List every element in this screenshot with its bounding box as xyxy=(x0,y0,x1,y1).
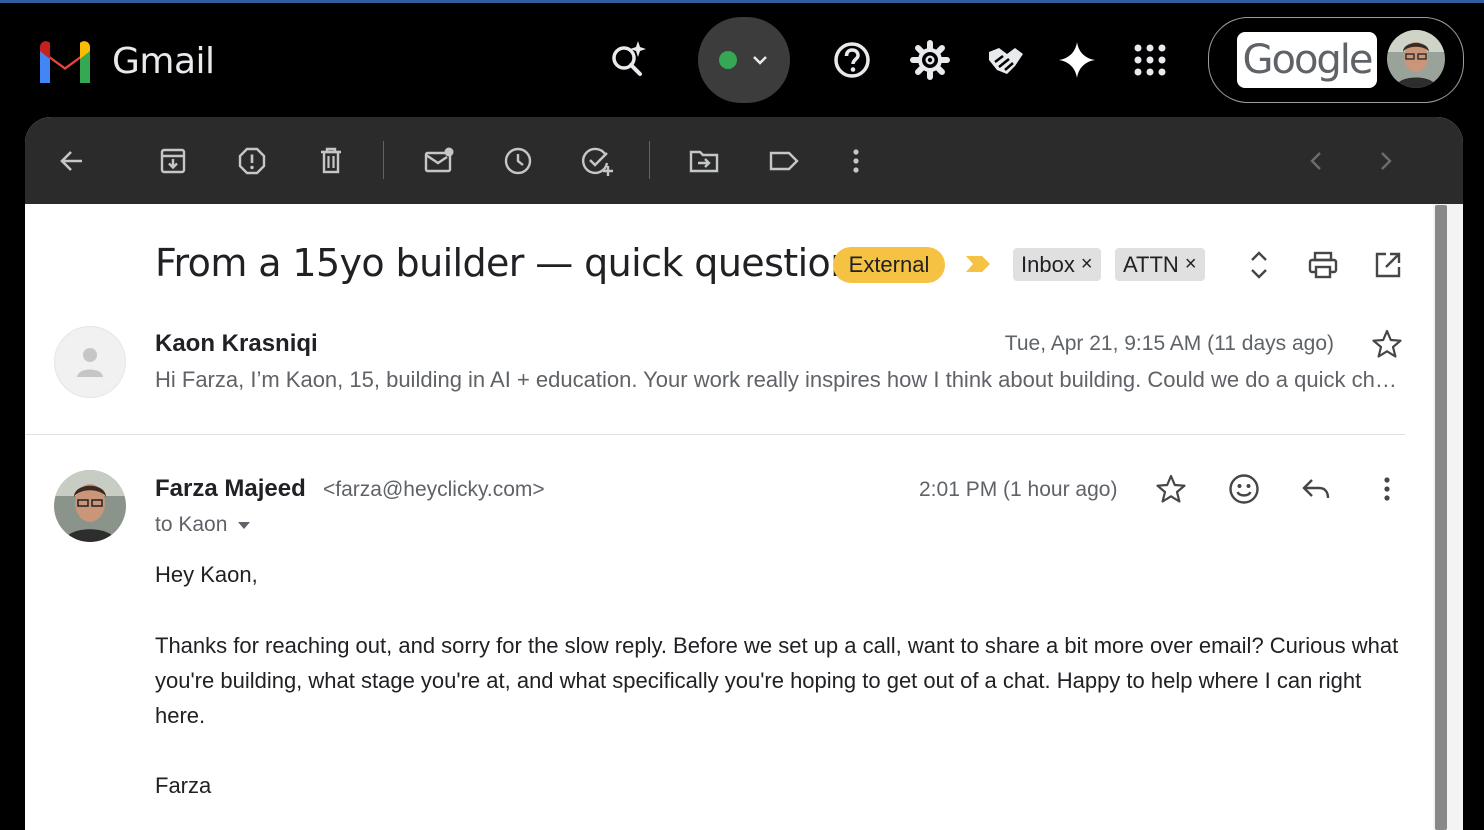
label-chip-attn[interactable]: ATTN × xyxy=(1115,248,1205,281)
prev-chevron-icon[interactable] xyxy=(1291,136,1341,186)
app-name: Gmail xyxy=(112,41,215,82)
label-chip-inbox[interactable]: Inbox × xyxy=(1013,248,1101,281)
label-icon[interactable] xyxy=(759,136,809,186)
sender-avatar[interactable] xyxy=(54,470,126,542)
label-chip-text: Inbox xyxy=(1021,251,1075,277)
more-vert-icon[interactable] xyxy=(1363,465,1411,513)
mark-unread-icon[interactable] xyxy=(414,136,464,186)
message-divider xyxy=(25,434,1405,435)
important-marker-icon[interactable] xyxy=(965,255,991,273)
message-panel: From a 15yo builder — quick question Ext… xyxy=(25,117,1463,830)
more-vert-icon[interactable] xyxy=(831,136,881,186)
message-snippet[interactable]: Hi Farza, I’m Kaon, 15, building in AI +… xyxy=(155,367,1405,393)
gemini-sparkle-icon[interactable] xyxy=(1053,36,1101,84)
message-paragraph: Thanks for reaching out, and sorry for t… xyxy=(155,633,1399,728)
settings-icon[interactable] xyxy=(906,36,954,84)
move-to-icon[interactable] xyxy=(679,136,729,186)
remove-label-icon[interactable]: × xyxy=(1081,253,1093,276)
remove-label-icon[interactable]: × xyxy=(1185,253,1197,276)
sender-name[interactable]: Farza Majeed xyxy=(155,475,306,503)
app-header: Gmail Google xyxy=(0,3,1484,117)
external-badge: External xyxy=(833,247,945,283)
message-toolbar xyxy=(25,117,1463,204)
toolbar-divider xyxy=(383,141,384,179)
emoji-reaction-icon[interactable] xyxy=(1220,465,1268,513)
caret-down-icon xyxy=(238,522,251,529)
delete-icon[interactable] xyxy=(306,136,356,186)
message-signature: Farza xyxy=(155,773,212,798)
snooze-icon[interactable] xyxy=(493,136,543,186)
open-in-new-window-icon[interactable] xyxy=(1366,243,1410,287)
thread-subject: From a 15yo builder — quick question xyxy=(155,241,854,285)
expand-all-icon[interactable] xyxy=(1237,243,1281,287)
toolbar-divider xyxy=(649,141,650,179)
sender-name[interactable]: Kaon Krasniqi xyxy=(155,330,318,358)
google-account-badge: Google xyxy=(1237,32,1377,88)
gmail-logo-icon[interactable] xyxy=(36,39,94,83)
scrollbar-thumb[interactable] xyxy=(1435,205,1447,830)
add-to-tasks-icon[interactable] xyxy=(573,136,623,186)
next-chevron-icon[interactable] xyxy=(1361,136,1411,186)
recipient-text: to Kaon xyxy=(155,513,228,536)
deal-icon[interactable] xyxy=(981,36,1029,84)
chevron-down-icon xyxy=(753,56,767,65)
star-icon[interactable] xyxy=(1147,465,1195,513)
print-icon[interactable] xyxy=(1301,243,1345,287)
status-dot xyxy=(719,51,737,69)
reply-icon[interactable] xyxy=(1292,465,1340,513)
help-icon[interactable] xyxy=(828,36,876,84)
search-sparkle-icon[interactable] xyxy=(604,35,652,83)
sender-email: <farza@heyclicky.com> xyxy=(323,478,545,501)
star-icon[interactable] xyxy=(1363,320,1411,368)
report-spam-icon[interactable] xyxy=(227,136,277,186)
recipients-toggle[interactable]: to Kaon xyxy=(155,513,251,537)
archive-icon[interactable] xyxy=(148,136,198,186)
label-chip-text: ATTN xyxy=(1123,251,1179,277)
apps-grid-icon[interactable] xyxy=(1126,36,1174,84)
message-date: 2:01 PM (1 hour ago) xyxy=(919,478,1118,501)
message-greeting: Hey Kaon, xyxy=(155,562,258,587)
back-arrow-icon[interactable] xyxy=(47,136,97,186)
account-switcher[interactable]: Google xyxy=(1208,17,1464,103)
status-selector[interactable] xyxy=(698,17,790,103)
message-date: Tue, Apr 21, 9:15 AM (11 days ago) xyxy=(1004,332,1334,355)
sender-avatar-default[interactable] xyxy=(54,326,126,398)
account-avatar[interactable] xyxy=(1387,30,1445,88)
